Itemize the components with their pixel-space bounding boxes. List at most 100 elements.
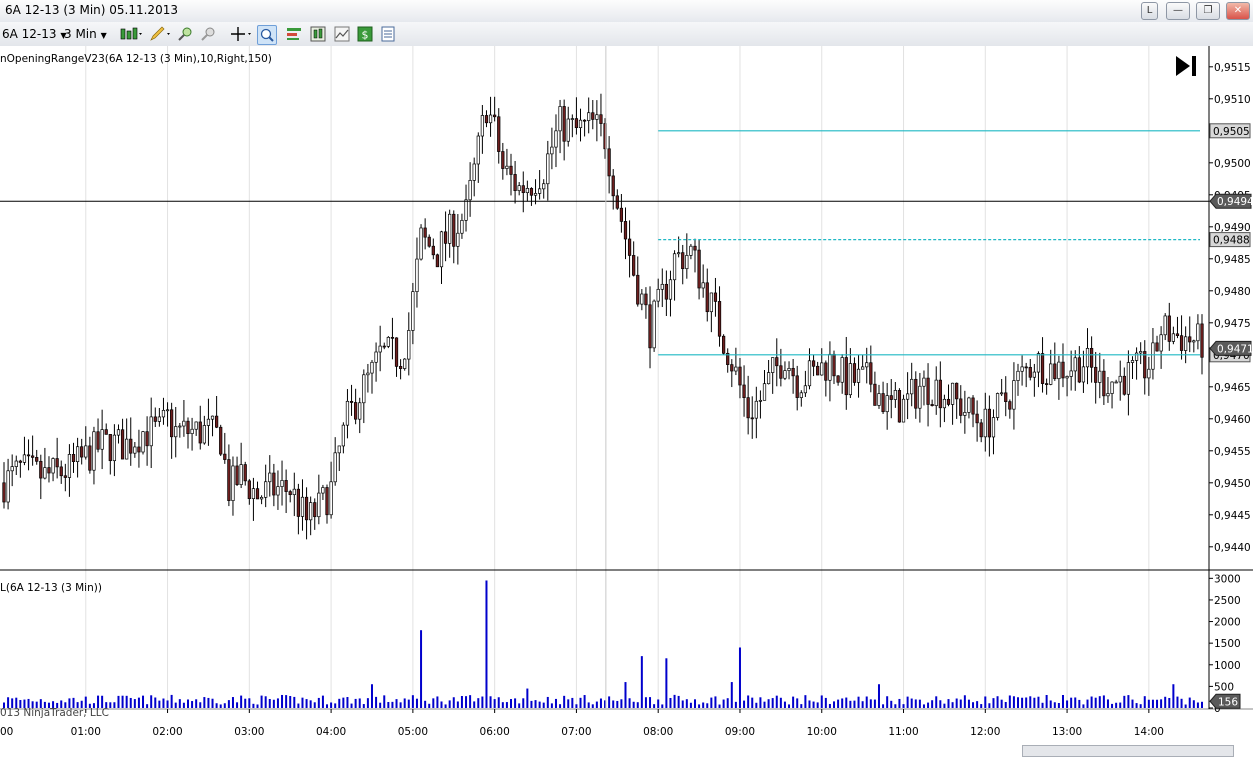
volume-y-tick-label: 2000 <box>1214 617 1241 629</box>
candle <box>2 482 6 503</box>
volume-bar <box>628 698 631 708</box>
volume-bar <box>534 700 537 708</box>
volume-bar <box>530 700 533 708</box>
volume-bar <box>1078 699 1081 708</box>
candle <box>468 180 472 201</box>
volume-bar <box>563 695 566 708</box>
instrument-selector[interactable]: 6A 12-13 ▼ <box>2 26 67 42</box>
volume-bar <box>653 704 656 708</box>
candle <box>1139 351 1143 354</box>
candle <box>247 480 251 500</box>
candle <box>219 426 223 455</box>
volume-bar <box>559 704 562 708</box>
volume-bar <box>158 700 161 708</box>
volume-bar <box>714 696 717 708</box>
candle <box>14 460 18 467</box>
candle <box>570 118 574 120</box>
volume-bar <box>808 700 811 708</box>
candle <box>1004 392 1008 402</box>
volume-bar <box>297 703 300 708</box>
horizontal-scrollbar[interactable] <box>1022 745 1234 757</box>
volume-bar <box>579 697 582 708</box>
zoom-out-icon[interactable] <box>199 25 217 43</box>
volume-bar <box>150 695 153 708</box>
volume-bar <box>334 703 337 708</box>
candle <box>591 112 595 120</box>
candle <box>1049 363 1053 385</box>
volume-bar <box>853 700 856 708</box>
candle <box>1184 336 1188 351</box>
candle <box>820 362 824 376</box>
properties-icon[interactable] <box>379 25 397 43</box>
candle <box>959 398 963 416</box>
volume-bar <box>330 702 333 708</box>
candle <box>407 330 411 360</box>
candle <box>1163 315 1167 336</box>
candle <box>194 421 198 430</box>
minimize-button[interactable]: — <box>1166 2 1190 20</box>
volume-bar <box>125 695 128 708</box>
volume-bar <box>121 695 124 708</box>
candle <box>513 174 517 192</box>
candle <box>231 465 235 501</box>
volume-bar <box>869 699 872 708</box>
volume-bar <box>1045 694 1048 708</box>
volume-bar <box>673 694 676 708</box>
y-tick-label: 0,9510 <box>1214 94 1251 106</box>
maximize-button[interactable]: ❐ <box>1196 2 1220 20</box>
volume-bar <box>248 698 251 708</box>
candle <box>88 445 92 471</box>
candle <box>771 357 775 373</box>
candle <box>309 502 313 521</box>
line-chart-icon[interactable] <box>333 25 351 43</box>
close-button[interactable]: ✕ <box>1226 2 1250 20</box>
volume-bar <box>219 704 222 708</box>
y-tick-label: 0,9440 <box>1214 542 1251 554</box>
candle <box>116 429 121 436</box>
volume-bar <box>857 696 860 708</box>
volume-y-tick-label: 500 <box>1214 681 1234 693</box>
dollar-icon[interactable]: $ <box>356 25 374 43</box>
price-chart[interactable]: 0,95150,95100,95050,95000,94950,94900,94… <box>0 46 1253 755</box>
candle <box>300 496 305 517</box>
indicators-icon[interactable] <box>285 25 303 43</box>
volume-bar <box>1119 702 1122 708</box>
candle <box>542 183 546 190</box>
volume-bar <box>1151 699 1154 708</box>
zoom-in-icon[interactable] <box>176 25 194 43</box>
candle <box>779 365 783 379</box>
instrument-label: 6A 12-13 <box>2 27 57 41</box>
interval-selector[interactable]: 3 Min ▼ <box>64 26 107 42</box>
candle <box>456 232 460 247</box>
volume-bar <box>133 699 136 708</box>
magnifier-icon[interactable] <box>257 25 277 45</box>
volume-bar <box>501 702 504 708</box>
pencil-icon[interactable] <box>148 25 172 43</box>
strategies-icon[interactable] <box>309 25 327 43</box>
candle <box>255 488 260 500</box>
volume-bar <box>305 699 308 708</box>
volume-bar <box>546 696 549 708</box>
volume-bar <box>861 701 864 708</box>
volume-bar <box>436 696 439 708</box>
volume-bar <box>1082 704 1085 708</box>
candle <box>852 363 857 383</box>
candle <box>366 372 370 376</box>
candle <box>190 428 194 434</box>
candle <box>493 114 497 118</box>
crosshair-icon[interactable] <box>229 25 255 43</box>
y-tick-label: 0,9455 <box>1214 446 1251 458</box>
volume-bar <box>1180 698 1183 708</box>
candle <box>1147 368 1151 379</box>
volume-bar <box>571 697 574 708</box>
candle <box>1155 342 1159 352</box>
chart-style-icon[interactable] <box>118 25 144 43</box>
link-button[interactable]: L <box>1141 2 1158 20</box>
volume-bar <box>370 684 373 708</box>
candle <box>901 398 906 423</box>
volume-bar <box>587 702 590 708</box>
price-panel-label: nOpeningRangeV23(6A 12-13 (3 Min),10,Rig… <box>0 53 272 65</box>
candle <box>214 415 219 428</box>
volume-bar <box>665 658 668 708</box>
candle <box>31 455 35 458</box>
